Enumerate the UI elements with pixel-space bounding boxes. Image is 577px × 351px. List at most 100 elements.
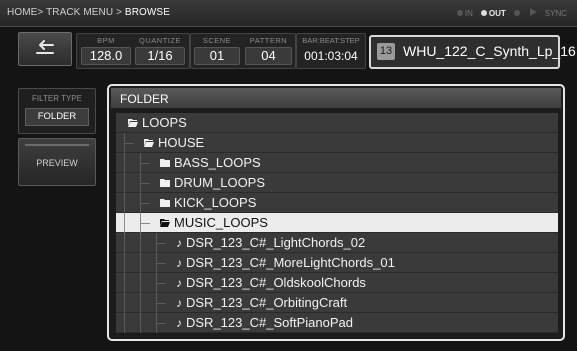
tree-branch-line (140, 223, 150, 224)
folder-icon (160, 199, 170, 207)
music-note-icon: ♪ (176, 315, 182, 330)
tree-branch-line (140, 163, 150, 164)
bpm-label: BPM (97, 36, 115, 45)
breadcrumb-track-menu[interactable]: TRACK MENU (46, 7, 113, 18)
quantize-cell: QUANTIZE 1/16 (135, 34, 185, 65)
tree-item-text: BASS_LOOPS (174, 155, 261, 170)
tree-guide-line (140, 293, 141, 313)
track-name: WHU_122_C_Synth_Lp_16 (403, 43, 576, 59)
open-folder-icon (144, 139, 154, 147)
record-indicator (513, 9, 522, 18)
folder-browser: FOLDER LOOPS HOUSE BASS_LOOPS DRUM_LOOPS KIC… (107, 84, 565, 341)
quantize-label: QUANTIZE (139, 36, 181, 45)
preview-label: PREVIEW (36, 158, 78, 168)
tree-branch-line (140, 183, 150, 184)
tree-guide-line (124, 313, 125, 333)
play-icon (529, 8, 537, 16)
tree-guide-line (124, 233, 125, 253)
scene-label: SCENE (202, 36, 232, 45)
preview-button[interactable]: PREVIEW (18, 138, 96, 186)
back-arrow-icon (36, 40, 54, 54)
tree-item-label: DRUM_LOOPS (160, 175, 265, 190)
bar-beat-step-value: 001:03:04 (304, 49, 358, 63)
tree-guide-line (140, 273, 141, 293)
filter-type-box[interactable]: FILTER TYPE FOLDER (18, 88, 96, 134)
tree-item-text: DRUM_LOOPS (174, 175, 266, 190)
bar-beat-step-cell: BAR:BEAT:STEP 001:03:04 (297, 34, 365, 65)
folder-row[interactable]: MUSIC_LOOPS (116, 213, 558, 233)
filter-type-value[interactable]: FOLDER (25, 108, 89, 126)
record-dot-icon (513, 10, 520, 17)
tree-item-label: ♪ DSR_123_C#_OrbitingCraft (176, 295, 347, 310)
folder-row[interactable]: DRUM_LOOPS (116, 173, 558, 193)
tree-item-label: MUSIC_LOOPS (160, 215, 268, 230)
back-button[interactable] (18, 32, 72, 66)
position-group: BAR:BEAT:STEP 001:03:04 (296, 33, 366, 69)
folder-icon (160, 159, 170, 167)
midi-in-label: IN (464, 8, 473, 18)
file-row[interactable]: ♪ DSR_123_C#_SoftPianoPad (116, 313, 558, 333)
music-note-icon: ♪ (176, 255, 182, 270)
tree-item-text: DSR_123_C#_SoftPianoPad (186, 315, 353, 330)
browser-header: FOLDER (111, 88, 561, 109)
open-folder-icon (160, 219, 170, 227)
breadcrumb-current: BROWSE (124, 7, 170, 18)
tree-item-label: ♪ DSR_123_C#_OldskoolChords (176, 275, 366, 290)
preview-indicator (25, 144, 89, 146)
tree-item-label: KICK_LOOPS (160, 195, 256, 210)
browser-title: FOLDER (120, 92, 169, 106)
tree-branch-line (156, 283, 166, 284)
play-indicator (529, 8, 537, 18)
midi-out-led-icon (480, 10, 487, 17)
tree-guide-line (124, 173, 125, 193)
scene-pattern-group: SCENE 01 PATTERN 04 (190, 33, 296, 69)
tree-guide-line (124, 273, 125, 293)
tree-branch-line (156, 263, 166, 264)
folder-tree: LOOPS HOUSE BASS_LOOPS DRUM_LOOPS KICK_LOOPS… (116, 113, 558, 335)
tree-guide-line (124, 253, 125, 273)
breadcrumb-separator: > (37, 7, 44, 18)
scene-cell: SCENE 01 (194, 34, 240, 65)
tree-item-label: LOOPS (128, 115, 187, 130)
breadcrumb-separator: > (116, 7, 123, 18)
tree-guide-line (124, 213, 125, 233)
pattern-cell: PATTERN 04 (245, 34, 292, 65)
tree-guide-line (140, 253, 141, 273)
tree-item-label: ♪ DSR_123_C#_SoftPianoPad (176, 315, 353, 330)
midi-out-label: OUT (488, 8, 506, 18)
tree-item-label: ♪ DSR_123_C#_MoreLightChords_01 (176, 255, 395, 270)
tree-branch-line (156, 303, 166, 304)
folder-row[interactable]: KICK_LOOPS (116, 193, 558, 213)
tree-guide-line (124, 193, 125, 213)
pattern-value[interactable]: 04 (245, 47, 292, 65)
folder-icon (160, 179, 170, 187)
tree-item-label: BASS_LOOPS (160, 155, 261, 170)
tree-item-text: DSR_123_C#_OldskoolChords (186, 275, 366, 290)
tree-item-label: HOUSE (144, 135, 204, 150)
tree-branch-line (140, 203, 150, 204)
folder-row[interactable]: BASS_LOOPS (116, 153, 558, 173)
breadcrumb-home[interactable]: HOME (7, 7, 37, 18)
tree-branch-line (156, 243, 166, 244)
tree-item-text: MUSIC_LOOPS (174, 215, 268, 230)
music-note-icon: ♪ (176, 295, 182, 310)
music-note-icon: ♪ (176, 275, 182, 290)
tree-item-text: KICK_LOOPS (174, 195, 257, 210)
music-note-icon: ♪ (176, 235, 182, 250)
file-row[interactable]: ♪ DSR_123_C#_LightChords_02 (116, 233, 558, 253)
tree-branch-line (156, 323, 166, 324)
open-folder-icon (128, 119, 138, 127)
folder-row[interactable]: HOUSE (116, 133, 558, 153)
sync-indicator: SYNC (544, 8, 567, 18)
bpm-value[interactable]: 128.0 (81, 47, 131, 65)
quantize-value[interactable]: 1/16 (135, 47, 185, 65)
file-row[interactable]: ♪ DSR_123_C#_MoreLightChords_01 (116, 253, 558, 273)
current-track[interactable]: 13 WHU_122_C_Synth_Lp_16 (369, 35, 576, 69)
file-row[interactable]: ♪ DSR_123_C#_OldskoolChords (116, 273, 558, 293)
folder-row[interactable]: LOOPS (116, 113, 558, 133)
tree-guide-line (124, 293, 125, 313)
filter-type-label: FILTER TYPE (32, 94, 82, 103)
file-row[interactable]: ♪ DSR_123_C#_OrbitingCraft (116, 293, 558, 313)
scene-value[interactable]: 01 (194, 47, 240, 65)
tree-guide-line (140, 313, 141, 333)
